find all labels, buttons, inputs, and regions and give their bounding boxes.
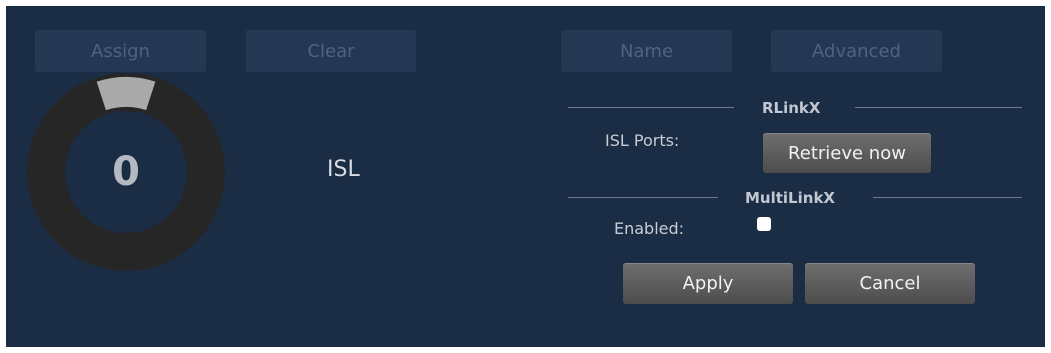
- isl-label: ISL: [327, 157, 360, 182]
- multilinkx-divider-left: [568, 197, 718, 198]
- rlinkx-divider-left: [568, 107, 734, 108]
- multilinkx-divider-right: [873, 197, 1022, 198]
- advanced-button[interactable]: Advanced: [771, 30, 942, 72]
- name-button[interactable]: Name: [561, 30, 732, 72]
- apply-button[interactable]: Apply: [623, 263, 793, 304]
- isl-count: 0: [112, 149, 140, 195]
- clear-button[interactable]: Clear: [246, 30, 416, 72]
- rlinkx-divider-right: [855, 107, 1022, 108]
- isl-ports-label: ISL Ports:: [605, 131, 680, 150]
- enabled-checkbox[interactable]: [757, 217, 771, 231]
- rlinkx-title: RLinkX: [762, 99, 821, 117]
- multilinkx-title: MultiLinkX: [745, 189, 835, 207]
- retrieve-now-button[interactable]: Retrieve now: [763, 133, 931, 173]
- assign-button[interactable]: Assign: [35, 30, 206, 72]
- cancel-button[interactable]: Cancel: [805, 263, 975, 304]
- enabled-label: Enabled:: [614, 219, 685, 238]
